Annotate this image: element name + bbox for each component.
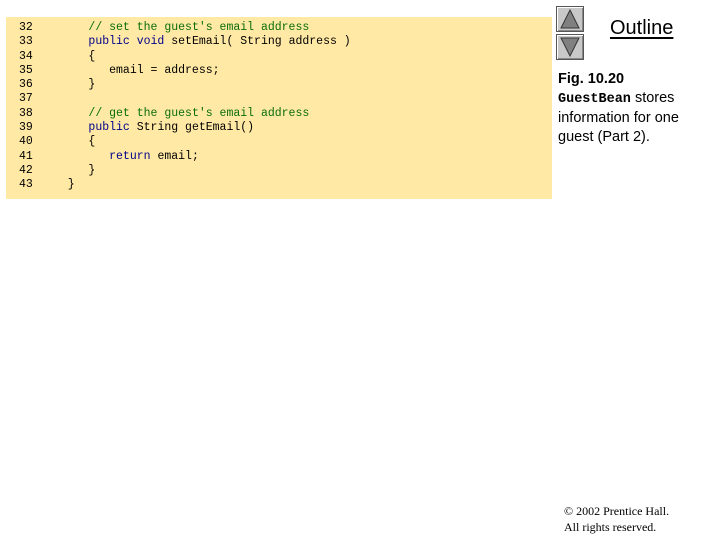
line-number-gutter: 32 33 34 35 36 37 38 39 40 41 42 43 — [19, 21, 39, 193]
code-line: public void setEmail( String address ) — [47, 35, 548, 49]
code-line: } — [47, 164, 548, 178]
code-token-comment: // get the guest's email address — [88, 106, 310, 120]
code-line: // set the guest's email address — [47, 21, 548, 35]
line-number: 42 — [19, 163, 33, 177]
code-token-comment: // set the guest's email address — [88, 21, 310, 34]
code-line: // get the guest's email address — [47, 107, 548, 121]
code-line: public String getEmail() — [47, 121, 548, 135]
code-line: } — [47, 178, 548, 192]
copyright-line-2: All rights reserved. — [564, 520, 657, 534]
code-token-plain: { — [47, 49, 96, 63]
code-line: { — [47, 50, 548, 64]
outline-link[interactable]: Outline — [610, 17, 673, 40]
code-token-plain: email; — [150, 149, 199, 163]
line-number: 40 — [19, 135, 33, 149]
code-line: } — [47, 78, 548, 92]
triangle-down-icon — [560, 37, 580, 57]
copyright-line-1: © 2002 Prentice Hall. — [564, 504, 670, 518]
code-body: // set the guest's email address public … — [47, 21, 548, 193]
slide: 32 33 34 35 36 37 38 39 40 41 42 43 // set the gues… — [0, 0, 720, 540]
figure-caption: Fig. 10.20 GuestBean stores information … — [558, 70, 708, 147]
line-number: 39 — [19, 121, 33, 135]
code-token-plain: setEmail( String address ) — [164, 35, 351, 49]
code-listing: 32 33 34 35 36 37 38 39 40 41 42 43 // set the gues… — [6, 17, 552, 199]
triangle-up-icon — [560, 9, 580, 29]
code-token-plain: } — [47, 163, 96, 177]
code-line: email = address; — [47, 64, 548, 78]
code-token-plain: email = address; — [47, 63, 220, 77]
line-number: 41 — [19, 149, 33, 163]
code-token-plain: } — [47, 178, 75, 192]
code-token-keyword: public — [88, 121, 130, 135]
copyright-notice: © 2002 Prentice Hall. All rights reserve… — [564, 503, 714, 535]
line-number: 32 — [19, 21, 33, 34]
line-number: 38 — [19, 106, 33, 120]
line-number: 37 — [19, 92, 33, 106]
previous-slide-button[interactable] — [556, 6, 584, 32]
line-number: 34 — [19, 49, 33, 63]
line-number: 33 — [19, 35, 33, 49]
code-line: return email; — [47, 150, 548, 164]
figure-number: Fig. 10.20 — [558, 71, 625, 87]
code-token-plain: } — [47, 78, 96, 92]
code-token-plain: { — [47, 135, 96, 149]
code-token-plain: String getEmail() — [129, 121, 255, 135]
line-number: 35 — [19, 63, 33, 77]
code-token-keyword: return — [109, 149, 151, 163]
class-name: GuestBean — [558, 92, 631, 107]
code-line: { — [47, 135, 548, 149]
line-number: 43 — [19, 178, 33, 192]
line-number: 36 — [19, 78, 33, 92]
code-token-keyword: public void — [88, 35, 165, 49]
next-slide-button[interactable] — [556, 34, 584, 60]
